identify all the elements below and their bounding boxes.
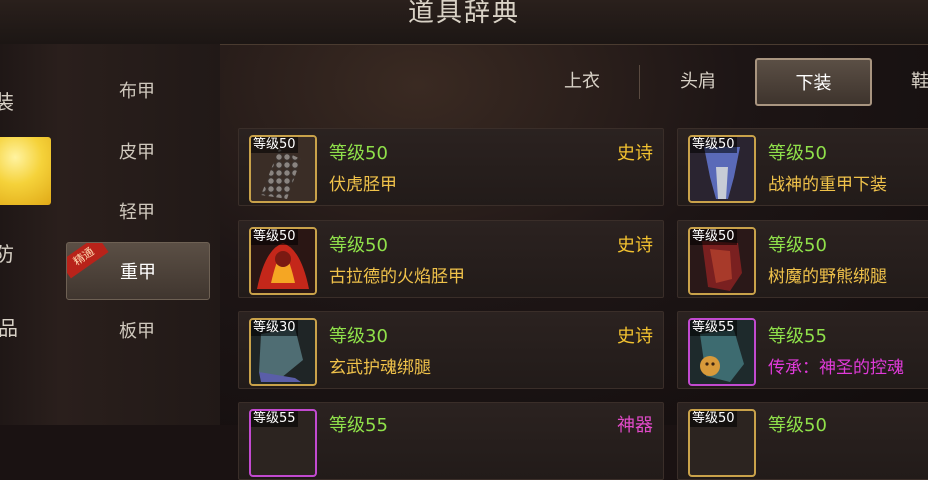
item-name: 玄武护魂绑腿 [329, 358, 431, 378]
item-card[interactable]: 等级50 等级50 树魔的野熊绑腿 [677, 220, 928, 298]
category-item[interactable]: 装 [0, 86, 50, 115]
item-name: 伏虎胫甲 [329, 175, 397, 195]
page-title: 道具辞典 [407, 0, 520, 28]
level-badge: 等级50 [690, 137, 737, 153]
item-level: 等级30 [329, 326, 388, 347]
item-icon: 等级50 [688, 135, 756, 203]
mastery-ribbon: 精通 [67, 243, 109, 279]
item-level: 等级50 [329, 235, 388, 256]
item-card[interactable]: 等级55 等级55 神器 [238, 402, 664, 480]
tab-bottom[interactable]: 下装 [755, 58, 872, 106]
item-rarity: 史诗 [617, 326, 653, 347]
sub-category-label: 轻甲 [119, 202, 155, 223]
item-rarity: 神器 [617, 415, 653, 436]
title-bar: 道具辞典 [0, 0, 928, 45]
item-level: 等级50 [768, 415, 827, 436]
sub-category-plate[interactable]: 板甲 [66, 302, 208, 358]
sub-category-label: 布甲 [119, 81, 155, 102]
item-card[interactable]: 等级50 等级50 战神的重甲下装 [677, 128, 928, 206]
item-name: 古拉德的火焰胫甲 [329, 267, 465, 287]
item-icon: 等级50 [249, 227, 317, 295]
item-level: 等级55 [329, 415, 388, 436]
item-level: 等级50 [768, 143, 827, 164]
category-item-active[interactable] [0, 137, 51, 205]
sub-category-heavy[interactable]: 精通 重甲 [66, 242, 210, 300]
sub-category-label: 重甲 [120, 262, 156, 283]
category-item[interactable]: 防 [0, 238, 50, 267]
item-icon: 等级30 [249, 318, 317, 386]
category-strip: 装 防 品 [0, 44, 61, 425]
level-badge: 等级50 [690, 229, 737, 245]
level-badge: 等级55 [690, 320, 737, 336]
sub-category-leather[interactable]: 皮甲 [66, 123, 208, 179]
item-level: 等级55 [768, 326, 827, 347]
tab-top[interactable]: 上衣 [542, 58, 622, 102]
item-name: 树魔的野熊绑腿 [768, 267, 887, 287]
item-name: 战神的重甲下装 [768, 175, 887, 195]
level-badge: 等级50 [251, 229, 298, 245]
sub-category-label: 皮甲 [119, 142, 155, 163]
item-level: 等级50 [768, 235, 827, 256]
item-icon: 等级55 [688, 318, 756, 386]
tab-divider [639, 65, 640, 99]
level-badge: 等级50 [251, 137, 298, 153]
item-icon: 等级50 [688, 227, 756, 295]
item-rarity: 史诗 [617, 143, 653, 164]
sub-category-light[interactable]: 轻甲 [66, 183, 208, 239]
category-item[interactable]: 品 [0, 312, 54, 341]
item-name: 传承：神圣的控魂 [768, 358, 904, 378]
item-card[interactable]: 等级30 等级30 玄武护魂绑腿 史诗 [238, 311, 664, 389]
item-card[interactable]: 等级50 等级50 伏虎胫甲 史诗 [238, 128, 664, 206]
level-badge: 等级30 [251, 320, 298, 336]
tab-shoes[interactable]: 鞋 [900, 58, 928, 102]
slot-tabs: 上衣 头肩 下装 鞋 [220, 55, 928, 107]
item-icon: 等级50 [688, 409, 756, 477]
item-card[interactable]: 等级55 等级55 传承：神圣的控魂 [677, 311, 928, 389]
item-icon: 等级50 [249, 135, 317, 203]
item-card[interactable]: 等级50 等级50 古拉德的火焰胫甲 史诗 [238, 220, 664, 298]
item-level: 等级50 [329, 143, 388, 164]
item-rarity: 史诗 [617, 235, 653, 256]
item-icon: 等级55 [249, 409, 317, 477]
tab-shoulder[interactable]: 头肩 [658, 58, 738, 102]
item-card[interactable]: 等级50 等级50 [677, 402, 928, 480]
sub-category-label: 板甲 [119, 321, 155, 342]
sub-category-cloth[interactable]: 布甲 [66, 62, 208, 118]
